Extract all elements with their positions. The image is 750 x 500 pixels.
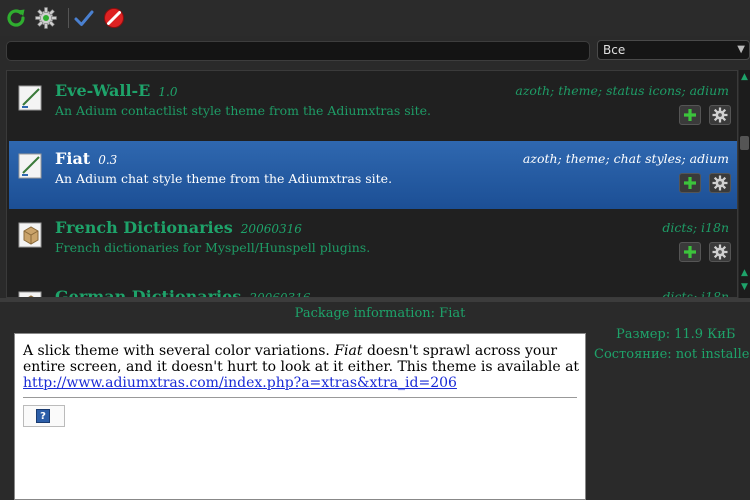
package-tags: dicts; i18n bbox=[662, 220, 729, 235]
add-icon[interactable] bbox=[679, 105, 701, 125]
missing-image-icon: ? bbox=[36, 409, 50, 423]
package-name: French Dictionaries 20060316 bbox=[55, 218, 302, 237]
package-document-icon bbox=[17, 83, 45, 113]
package-tags: dicts; i18n bbox=[662, 289, 729, 298]
configure-gear-icon[interactable] bbox=[709, 173, 731, 193]
package-document-icon bbox=[17, 151, 45, 181]
list-scrollbar[interactable]: ▲ ▲ ▼ bbox=[739, 70, 750, 298]
description-divider bbox=[23, 397, 577, 398]
package-version: 0.3 bbox=[98, 153, 118, 167]
package-description-view[interactable]: A slick theme with several color variati… bbox=[14, 333, 586, 500]
package-info-title: Package information: Fiat bbox=[294, 306, 466, 321]
add-icon[interactable] bbox=[679, 242, 701, 262]
category-select[interactable]: Все ▼ bbox=[597, 40, 750, 60]
package-row[interactable]: Eve-Wall-E 1.0 An Adium contactlist style… bbox=[9, 73, 737, 141]
package-long-description: A slick theme with several color variati… bbox=[23, 343, 580, 391]
refresh-icon[interactable] bbox=[4, 6, 28, 30]
package-tags: azoth; theme; chat styles; adium bbox=[522, 151, 729, 166]
package-box-icon bbox=[17, 289, 45, 297]
package-box-icon bbox=[17, 220, 45, 250]
state-value: not installed bbox=[675, 347, 750, 362]
broken-image-placeholder: ? bbox=[23, 405, 65, 427]
panel-splitter[interactable] bbox=[0, 298, 750, 302]
package-link[interactable]: http://www.adiumxtras.com/index.php?a=xt… bbox=[23, 375, 457, 391]
category-select-value: Все bbox=[603, 43, 626, 57]
toolbar bbox=[0, 0, 750, 36]
package-tags: azoth; theme; status icons; adium bbox=[515, 83, 729, 98]
size-label: Размер: bbox=[616, 327, 671, 342]
state-row: Состояние: not installed bbox=[592, 347, 750, 367]
scroll-up-icon[interactable]: ▲ bbox=[739, 268, 750, 278]
size-row: Размер: 11.9 КиБ bbox=[592, 327, 750, 347]
add-icon[interactable] bbox=[679, 173, 701, 193]
package-name: Fiat 0.3 bbox=[55, 149, 118, 168]
configure-gear-icon[interactable] bbox=[709, 242, 731, 262]
package-version: 1.0 bbox=[158, 85, 178, 99]
toolbar-separator bbox=[68, 8, 69, 28]
package-description: An Adium contactlist style theme from th… bbox=[55, 103, 432, 118]
package-name: Eve-Wall-E 1.0 bbox=[55, 81, 178, 100]
package-row-selected[interactable]: Fiat 0.3 An Adium chat style theme from t… bbox=[9, 141, 737, 209]
size-value: 11.9 КиБ bbox=[674, 327, 736, 342]
package-row[interactable]: German Dictionaries 20060316 dicts; i18n bbox=[9, 279, 737, 298]
search-input[interactable] bbox=[6, 41, 590, 61]
settings-gear-icon[interactable] bbox=[34, 6, 58, 30]
filter-bar: Все ▼ bbox=[0, 38, 750, 64]
package-meta: Размер: 11.9 КиБ Состояние: not installed bbox=[592, 327, 750, 367]
package-name: German Dictionaries 20060316 bbox=[55, 287, 311, 298]
package-row[interactable]: French Dictionaries 20060316 French dicti… bbox=[9, 210, 737, 278]
package-list[interactable]: Eve-Wall-E 1.0 An Adium contactlist style… bbox=[6, 70, 738, 298]
package-description: An Adium chat style theme from the Adium… bbox=[55, 171, 393, 186]
chevron-down-icon: ▼ bbox=[737, 44, 745, 55]
scroll-down-icon[interactable]: ▼ bbox=[739, 282, 750, 292]
state-label: Состояние: bbox=[594, 347, 672, 362]
scroll-up-icon[interactable]: ▲ bbox=[739, 72, 750, 82]
configure-gear-icon[interactable] bbox=[709, 105, 731, 125]
cancel-icon[interactable] bbox=[102, 6, 126, 30]
apply-check-icon[interactable] bbox=[72, 6, 96, 30]
package-description: French dictionaries for Myspell/Hunspell… bbox=[55, 240, 371, 255]
package-version: 20060316 bbox=[240, 222, 302, 236]
scrollbar-thumb[interactable] bbox=[740, 136, 749, 150]
package-version: 20060316 bbox=[249, 291, 311, 298]
